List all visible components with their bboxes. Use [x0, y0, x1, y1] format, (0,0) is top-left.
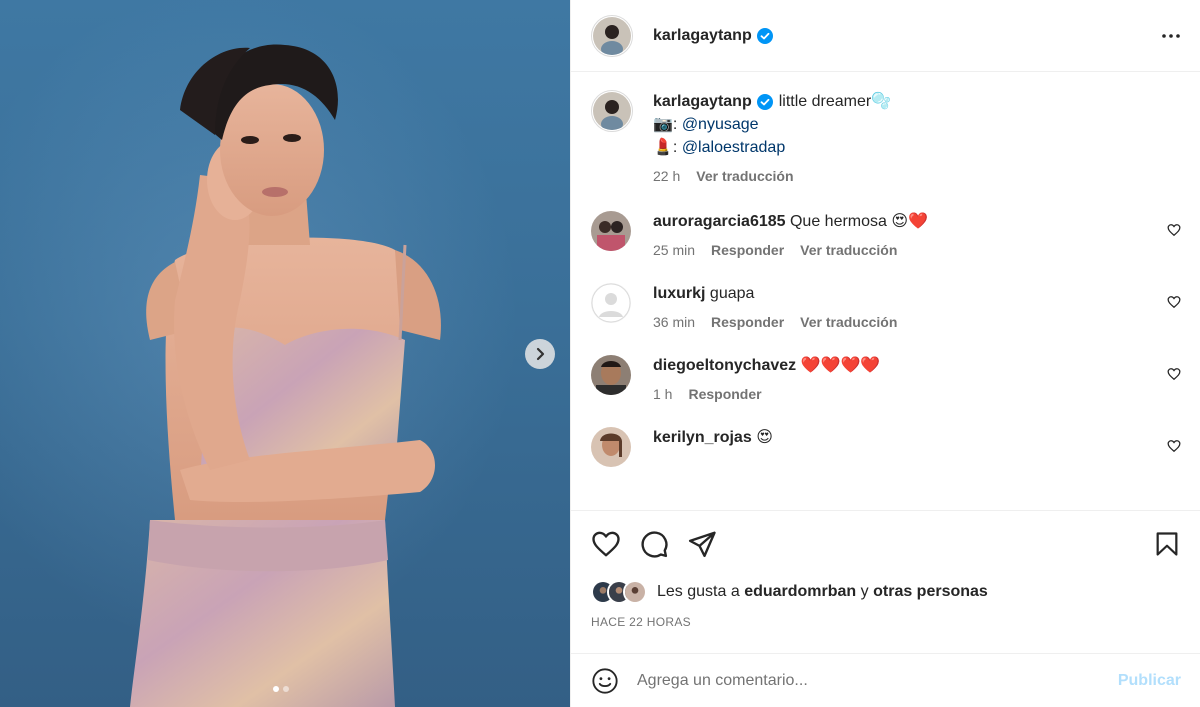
like-comment-heart-icon[interactable]	[1167, 223, 1181, 242]
carousel-dot-1	[273, 686, 279, 692]
next-photo-button[interactable]	[525, 339, 555, 369]
comment-username[interactable]: luxurkj	[653, 285, 705, 302]
reply-button[interactable]: Responder	[711, 239, 784, 261]
portrait-illustration	[130, 44, 441, 707]
emoji-picker-button[interactable]	[591, 667, 619, 695]
comment-username[interactable]: diegoeltonychavez	[653, 357, 796, 374]
translate-link[interactable]: Ver traducción	[800, 311, 897, 333]
comment-time: 25 min	[653, 242, 696, 258]
comment-time: 1 h	[653, 386, 673, 402]
more-options-button[interactable]	[1157, 22, 1185, 50]
like-comment-heart-icon[interactable]	[1167, 367, 1181, 386]
action-icons	[591, 511, 1181, 577]
share-button[interactable]	[687, 529, 717, 559]
caption-username[interactable]: karlagaytanp	[653, 93, 752, 110]
publish-button[interactable]: Publicar	[1118, 672, 1181, 690]
save-button[interactable]	[1153, 529, 1181, 559]
comment-text: Que hermosa 😍❤️	[789, 213, 928, 230]
comment-text: guapa	[709, 285, 755, 302]
avatar-image	[593, 16, 631, 55]
comment-meta: 25 min Responder Ver traducción	[653, 239, 928, 261]
paper-plane-icon	[688, 531, 716, 558]
comment-meta: 1 h Responder	[653, 383, 880, 405]
liker-username-link[interactable]: eduardomrban	[744, 583, 856, 601]
post-actions: Les gusta a eduardomrban y otras persona…	[571, 510, 1200, 629]
comment-text: ❤️❤️❤️❤️	[800, 357, 881, 374]
likes-joiner: y	[860, 583, 869, 600]
reply-button[interactable]: Responder	[711, 311, 784, 333]
instagram-post: karlagaytanp karlagaytanp little dreamer…	[0, 0, 1200, 707]
comment-item: auroragarcia6185 Que hermosa 😍❤️ 25 min …	[591, 211, 1181, 261]
comment-input[interactable]	[637, 671, 1118, 690]
comment-text: 😍	[756, 429, 773, 446]
post-photo	[0, 0, 570, 707]
author-avatar[interactable]	[591, 14, 633, 57]
heart-icon	[592, 531, 620, 557]
mention-link[interactable]: @laloestradap	[682, 139, 785, 156]
reply-button[interactable]: Responder	[688, 383, 761, 405]
more-horizontal-icon	[1162, 34, 1180, 38]
likes-prefix: Les gusta a	[657, 583, 740, 600]
author-username[interactable]: karlagaytanp	[653, 27, 752, 45]
carousel-indicator	[273, 686, 289, 692]
chevron-right-icon	[536, 347, 545, 361]
commenter-avatar[interactable]	[591, 355, 631, 395]
lipstick-emoji: 💄	[653, 139, 673, 156]
translate-link[interactable]: Ver traducción	[800, 239, 897, 261]
liker-avatars	[591, 580, 647, 604]
smiley-icon	[592, 667, 618, 694]
like-button[interactable]	[591, 529, 621, 559]
other-likers-link[interactable]: otras personas	[873, 583, 988, 601]
commenter-avatar[interactable]	[591, 283, 631, 323]
camera-emoji: 📷	[653, 116, 673, 133]
comment-button[interactable]	[639, 529, 669, 559]
translate-link[interactable]: Ver traducción	[696, 165, 793, 188]
comment-body: auroragarcia6185 Que hermosa 😍❤️ 25 min …	[653, 211, 928, 261]
commenter-avatar[interactable]	[591, 211, 631, 251]
caption-meta: 22 h Ver traducción	[653, 165, 891, 188]
post-timestamp[interactable]: HACE 22 HORAS	[591, 615, 1181, 629]
caption-time: 22 h	[653, 168, 681, 184]
comment-item: diegoeltonychavez ❤️❤️❤️❤️ 1 h Responder	[591, 355, 1181, 405]
verified-badge-icon	[756, 27, 773, 44]
comment-time: 36 min	[653, 314, 696, 330]
comment-bubble-icon	[641, 531, 668, 558]
caption-avatar[interactable]	[591, 90, 633, 132]
liker-avatar	[623, 580, 647, 604]
carousel-dot-2	[283, 686, 289, 692]
bookmark-icon	[1156, 532, 1178, 556]
likes-summary: Les gusta a eduardomrban y otras persona…	[591, 577, 1181, 607]
avatar-image	[593, 92, 631, 130]
comment-body: luxurkj guapa 36 min Responder Ver tradu…	[653, 283, 897, 333]
post-header: karlagaytanp	[571, 0, 1200, 72]
comment-composer: Publicar	[571, 653, 1200, 707]
comment-body: diegoeltonychavez ❤️❤️❤️❤️ 1 h Responder	[653, 355, 880, 405]
comment-item: kerilyn_rojas 😍	[591, 427, 1181, 467]
comment-username[interactable]: auroragarcia6185	[653, 213, 786, 230]
comment-username[interactable]: kerilyn_rojas	[653, 429, 752, 446]
caption-text: karlagaytanp little dreamer🫧 📷: @nyusage …	[653, 90, 891, 188]
caption-body: little dreamer🫧	[778, 93, 892, 110]
mention-link[interactable]: @nyusage	[682, 116, 759, 133]
post-caption: karlagaytanp little dreamer🫧 📷: @nyusage …	[591, 72, 1181, 188]
like-comment-heart-icon[interactable]	[1167, 295, 1181, 314]
verified-badge-icon	[756, 93, 773, 110]
comments-list[interactable]: karlagaytanp little dreamer🫧 📷: @nyusage …	[571, 72, 1200, 510]
commenter-avatar[interactable]	[591, 427, 631, 467]
post-details-panel: karlagaytanp karlagaytanp little dreamer…	[570, 0, 1200, 707]
like-comment-heart-icon[interactable]	[1167, 439, 1181, 458]
comment-item: luxurkj guapa 36 min Responder Ver tradu…	[591, 283, 1181, 333]
comment-meta: 36 min Responder Ver traducción	[653, 311, 897, 333]
comment-body: kerilyn_rojas 😍	[653, 427, 773, 467]
